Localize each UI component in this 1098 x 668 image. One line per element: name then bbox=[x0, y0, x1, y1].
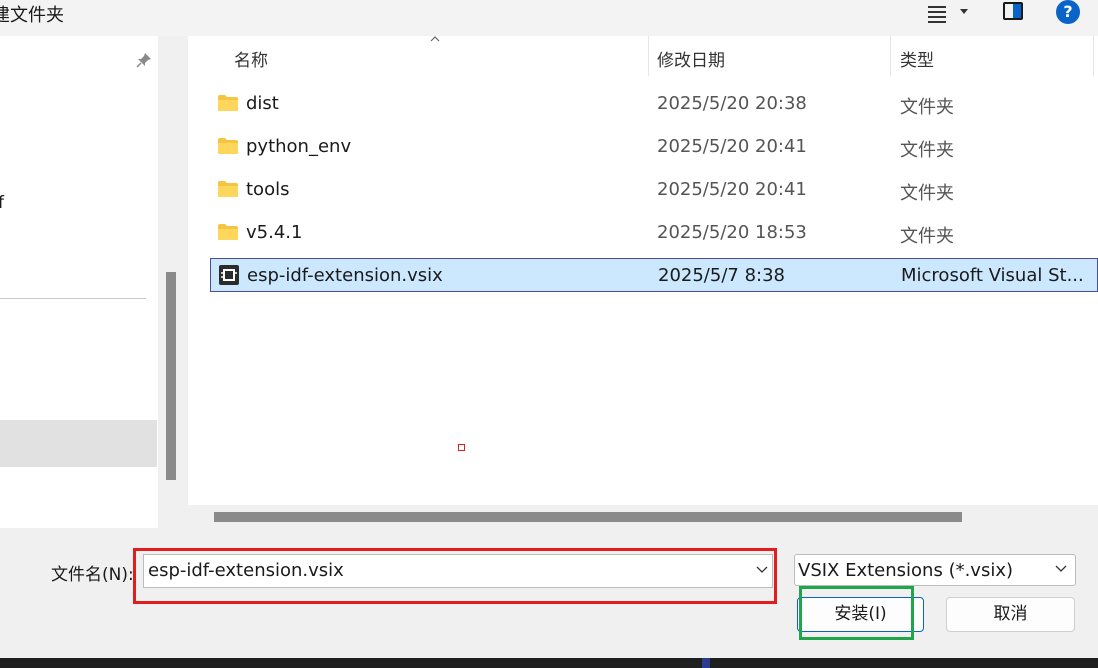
file-type: 文件夹 bbox=[900, 183, 954, 204]
chevron-down-icon[interactable] bbox=[1054, 564, 1068, 574]
file-name: dist bbox=[246, 93, 279, 114]
view-dropdown-caret-icon[interactable] bbox=[960, 9, 968, 14]
column-header-date[interactable]: 修改日期 bbox=[657, 46, 725, 71]
folder-icon bbox=[218, 181, 238, 197]
click-marker bbox=[458, 444, 465, 451]
column-header-type[interactable]: 类型 bbox=[900, 46, 934, 71]
filename-label: 文件名(N): bbox=[51, 565, 134, 585]
column-separator[interactable] bbox=[1093, 36, 1094, 76]
file-name: v5.4.1 bbox=[246, 222, 303, 243]
folder-icon bbox=[218, 95, 238, 111]
horizontal-scrollbar-thumb[interactable] bbox=[214, 512, 962, 522]
file-type-filter-value[interactable]: VSIX Extensions (*.vsix) bbox=[798, 560, 1013, 581]
nav-item-partial[interactable]: f bbox=[0, 193, 4, 213]
new-folder-button[interactable]: 建文件夹 bbox=[0, 1, 64, 27]
cancel-button[interactable]: 取消 bbox=[946, 597, 1075, 632]
file-row-selected[interactable]: esp-idf-extension.vsix 2025/5/7 8:38 Mic… bbox=[210, 258, 1098, 292]
nav-scrollbar-thumb[interactable] bbox=[166, 272, 176, 480]
nav-divider bbox=[0, 298, 146, 299]
folder-icon bbox=[218, 224, 238, 240]
file-date: 2025/5/20 20:38 bbox=[657, 93, 807, 114]
red-annotation-box bbox=[133, 548, 777, 604]
file-row[interactable]: v5.4.1 2025/5/20 18:53 文件夹 bbox=[210, 216, 1098, 250]
green-annotation-box bbox=[799, 586, 914, 640]
file-row[interactable]: tools 2025/5/20 20:41 文件夹 bbox=[210, 173, 1098, 207]
file-type: 文件夹 bbox=[900, 140, 954, 161]
file-row[interactable]: dist 2025/5/20 20:38 文件夹 bbox=[210, 87, 1098, 121]
folder-icon bbox=[218, 138, 238, 154]
file-name: python_env bbox=[246, 136, 352, 157]
file-type: 文件夹 bbox=[900, 97, 954, 118]
taskbar-indicator bbox=[702, 658, 710, 668]
view-options-icon[interactable] bbox=[926, 4, 948, 23]
file-name: esp-idf-extension.vsix bbox=[247, 265, 443, 286]
file-date: 2025/5/20 20:41 bbox=[657, 136, 807, 157]
column-header-name[interactable]: 名称 bbox=[234, 46, 268, 71]
pin-icon[interactable] bbox=[136, 52, 152, 68]
file-row[interactable]: python_env 2025/5/20 20:41 文件夹 bbox=[210, 130, 1098, 164]
column-separator[interactable] bbox=[890, 36, 891, 76]
help-icon[interactable]: ? bbox=[1056, 0, 1080, 24]
vsix-file-icon bbox=[219, 265, 239, 285]
taskbar bbox=[0, 658, 1098, 668]
nav-item-selected[interactable] bbox=[0, 420, 157, 467]
sort-ascending-icon bbox=[430, 36, 440, 42]
preview-pane-icon[interactable] bbox=[1003, 2, 1023, 20]
file-date: 2025/5/20 18:53 bbox=[657, 222, 807, 243]
file-type: 文件夹 bbox=[900, 226, 954, 247]
column-separator[interactable] bbox=[648, 36, 649, 76]
file-name: tools bbox=[246, 179, 290, 200]
file-date: 2025/5/20 20:41 bbox=[657, 179, 807, 200]
file-date: 2025/5/7 8:38 bbox=[658, 265, 785, 286]
file-type: Microsoft Visual St... bbox=[901, 265, 1084, 286]
